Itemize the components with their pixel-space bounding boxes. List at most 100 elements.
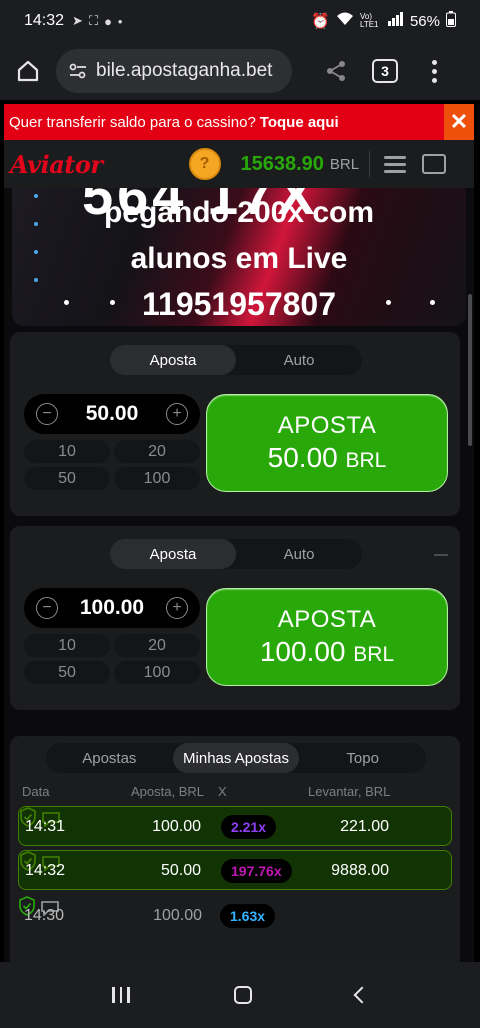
telegram-icon: ➤ bbox=[72, 13, 83, 28]
bet-button-currency: BRL bbox=[353, 643, 395, 666]
wifi-icon bbox=[336, 12, 354, 30]
amount-stepper: − 50.00 + bbox=[24, 394, 200, 434]
row-bet: 50.00 bbox=[160, 862, 201, 879]
chat-icon[interactable] bbox=[422, 154, 447, 174]
history-tabs: Apostas Minhas Apostas Topo bbox=[46, 743, 426, 773]
game-menu-button[interactable] bbox=[384, 155, 407, 173]
sparkle-dot bbox=[386, 300, 391, 305]
row-cashout: 221.00 bbox=[340, 818, 389, 835]
decrease-amount-button[interactable]: − bbox=[36, 597, 58, 619]
row-time: 14:32 bbox=[25, 862, 66, 879]
tab-aposta[interactable]: Aposta bbox=[110, 539, 236, 569]
bet-button-amount-line: 100.00 BRL bbox=[260, 636, 394, 668]
transfer-banner[interactable]: Quer transferir saldo para o cassino? To… bbox=[4, 104, 474, 140]
tab-auto[interactable]: Auto bbox=[236, 345, 362, 375]
status-bar: 14:32 ➤ ⛶ ● • ⏰ Vo) LTE1 56% bbox=[0, 0, 480, 42]
row-time: 14:30 bbox=[24, 907, 65, 924]
history-column-headers: Data Aposta, BRL X Levantar, BRL bbox=[10, 784, 460, 800]
android-back-button[interactable] bbox=[353, 986, 371, 1004]
url-text: bile.apostaganha.bet bbox=[96, 60, 273, 81]
android-nav-bar bbox=[0, 962, 480, 1028]
tab-apostas[interactable]: Apostas bbox=[46, 743, 173, 773]
stream-text-line1: pegando 200x com bbox=[103, 196, 375, 229]
bet-amount-control: − 50.00 + 10 20 50 100 bbox=[24, 394, 200, 490]
share-icon bbox=[327, 61, 345, 81]
quick-amounts: 10 20 50 100 bbox=[24, 440, 200, 490]
sparkle-dot bbox=[430, 300, 435, 305]
bet-amount-value[interactable]: 50.00 bbox=[86, 402, 139, 426]
dot-icon: • bbox=[117, 13, 123, 29]
col-levantar: Levantar, BRL bbox=[308, 784, 391, 799]
amount-stepper: − 100.00 + bbox=[24, 588, 200, 628]
quick-amount-button[interactable]: 10 bbox=[24, 440, 110, 463]
browser-menu-button[interactable] bbox=[424, 59, 444, 83]
remove-panel-button[interactable] bbox=[434, 554, 448, 556]
row-multiplier: 1.63x bbox=[220, 904, 276, 928]
col-data: Data bbox=[22, 784, 50, 799]
android-home-button[interactable] bbox=[233, 986, 252, 1004]
place-bet-button[interactable]: APOSTA 50.00 BRL bbox=[206, 394, 448, 492]
quick-amount-button[interactable]: 50 bbox=[24, 467, 110, 490]
battery-icon bbox=[446, 11, 456, 31]
quick-amount-button[interactable]: 50 bbox=[24, 661, 110, 684]
bet-amount-value[interactable]: 100.00 bbox=[80, 596, 144, 620]
bet-panel-1: Aposta Auto − 50.00 + 10 20 50 100 APOST… bbox=[10, 332, 460, 516]
increase-amount-button[interactable]: + bbox=[166, 403, 188, 425]
status-right: ⏰ Vo) LTE1 56% bbox=[311, 11, 456, 31]
bet-button-amount-line: 50.00 BRL bbox=[268, 442, 387, 474]
banner-close-button[interactable]: ✕ bbox=[444, 104, 474, 140]
mic-icon: ● bbox=[104, 13, 112, 29]
decrease-amount-button[interactable]: − bbox=[36, 403, 58, 425]
tab-topo[interactable]: Topo bbox=[299, 743, 426, 773]
tab-aposta[interactable]: Aposta bbox=[110, 345, 236, 375]
row-bet: 100.00 bbox=[153, 907, 202, 924]
balance-value: 15638.90 bbox=[240, 152, 324, 175]
web-page: Quer transferir saldo para o cassino? To… bbox=[4, 104, 474, 962]
battery-text: 56% bbox=[409, 12, 440, 30]
col-x: X bbox=[218, 784, 227, 799]
quick-amount-button[interactable]: 100 bbox=[114, 467, 200, 490]
row-time: 14:31 bbox=[25, 818, 66, 835]
quick-amount-button[interactable]: 20 bbox=[114, 440, 200, 463]
home-icon bbox=[17, 60, 39, 82]
bet-mode-tabs: Aposta Auto bbox=[110, 539, 362, 569]
aviator-logo: Aviator bbox=[10, 149, 103, 179]
quick-amounts: 10 20 50 100 bbox=[24, 634, 200, 684]
alarm-icon: ⏰ bbox=[311, 13, 330, 30]
row-bet: 100.00 bbox=[152, 818, 201, 835]
quick-amount-button[interactable]: 20 bbox=[114, 634, 200, 657]
table-row: 14:32 50.00 197.76x 9888.00 bbox=[18, 850, 452, 890]
tab-minhas-apostas[interactable]: Minhas Apostas bbox=[172, 743, 300, 773]
bet-mode-tabs: Aposta Auto bbox=[110, 345, 362, 375]
status-left-icons: ➤ ⛶ ● • bbox=[72, 13, 122, 29]
place-bet-button[interactable]: APOSTA 100.00 BRL bbox=[206, 588, 448, 686]
col-aposta: Aposta, BRL bbox=[131, 784, 204, 799]
bets-history-panel: Apostas Minhas Apostas Topo Data Aposta,… bbox=[10, 736, 460, 962]
table-row: 14:31 100.00 2.21x 221.00 bbox=[18, 806, 452, 846]
browser-home-button[interactable] bbox=[0, 42, 56, 100]
page-scrollbar[interactable] bbox=[468, 294, 472, 446]
tab-switcher-button[interactable]: 3 bbox=[372, 59, 398, 83]
increase-amount-button[interactable]: + bbox=[165, 597, 188, 619]
stream-text-line3: 11951957807 bbox=[142, 286, 336, 322]
sparkle-dot bbox=[110, 300, 115, 305]
quick-amount-button[interactable]: 100 bbox=[114, 661, 200, 684]
banner-cta[interactable]: Toque aqui bbox=[260, 114, 339, 131]
row-cashout: 9888.00 bbox=[331, 862, 389, 879]
table-row: 14:30 100.00 1.63x bbox=[18, 896, 452, 936]
browser-toolbar: bile.apostaganha.bet 3 bbox=[0, 42, 480, 100]
coin-icon[interactable]: ? bbox=[188, 148, 221, 180]
share-button[interactable] bbox=[316, 49, 356, 93]
row-multiplier: 2.21x bbox=[221, 815, 277, 839]
address-bar[interactable]: bile.apostaganha.bet bbox=[56, 49, 292, 93]
site-settings-icon[interactable] bbox=[66, 59, 90, 83]
balance-currency: BRL bbox=[329, 155, 360, 173]
bet-button-amount: 100.00 bbox=[259, 636, 346, 667]
quick-amount-button[interactable]: 10 bbox=[24, 634, 110, 657]
header-divider bbox=[369, 151, 371, 177]
signal-icon bbox=[387, 12, 404, 30]
status-time: 14:32 bbox=[24, 12, 65, 29]
recent-apps-button[interactable] bbox=[112, 987, 130, 1003]
bet-button-currency: BRL bbox=[345, 449, 387, 472]
tab-auto[interactable]: Auto bbox=[236, 539, 362, 569]
